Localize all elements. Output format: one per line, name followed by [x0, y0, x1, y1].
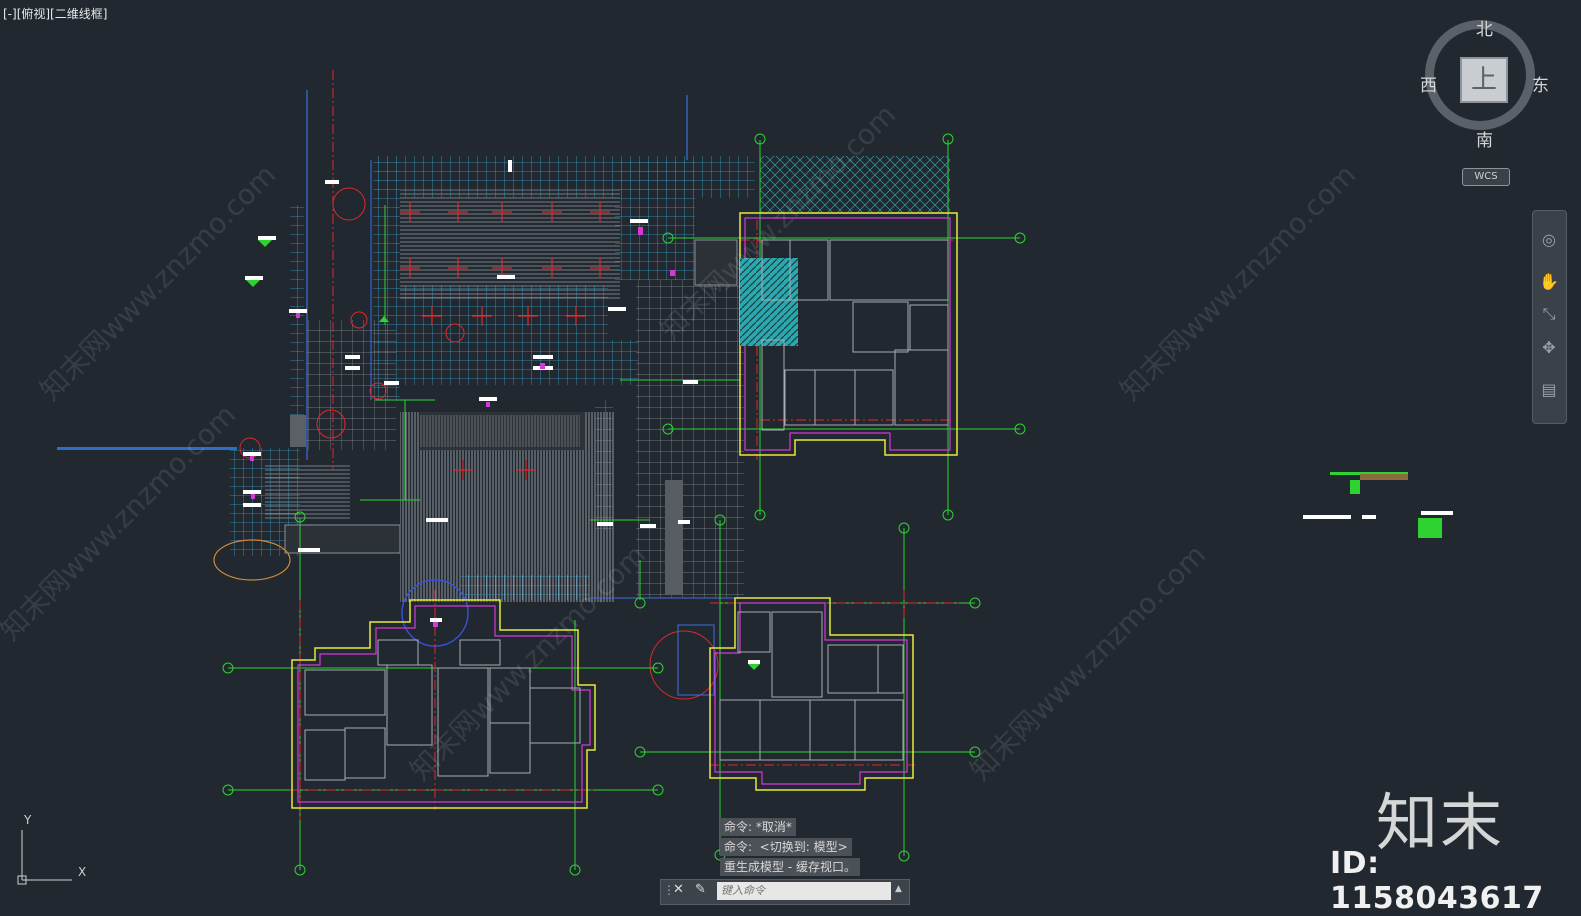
pan-hand-icon[interactable]: ✋: [1538, 271, 1560, 293]
command-history-line: 命令: <切换到: 模型>: [720, 838, 852, 856]
history-up-arrow-icon[interactable]: ▲: [895, 884, 902, 894]
compass-north[interactable]: 北: [1476, 15, 1493, 40]
steering-wheel-icon[interactable]: ◎: [1538, 229, 1560, 251]
compass-east[interactable]: 东: [1532, 71, 1549, 96]
command-history-line: 重生成模型 - 缓存视口。: [720, 858, 860, 876]
compass-south[interactable]: 南: [1476, 126, 1493, 151]
viewport-controls-label[interactable]: [-][俯视][二维线框]: [3, 5, 107, 22]
command-history-line: 命令: *取消*: [720, 818, 796, 836]
compass-west[interactable]: 西: [1420, 71, 1437, 96]
close-icon[interactable]: ✕: [673, 882, 684, 897]
command-bar: ⋮ ✕ ✎ ▲: [660, 879, 910, 905]
watermark-id: ID: 1158043617: [1330, 846, 1544, 916]
navigation-bar: ◎ ✋ ⤡ ✥ ▤: [1532, 210, 1567, 424]
wcs-menu-button[interactable]: WCS: [1462, 168, 1510, 186]
drawing-canvas[interactable]: [0, 0, 1581, 911]
drawing-viewport[interactable]: 知末网www.znzmo.com 知末网www.znzmo.com 知末网www…: [0, 0, 1581, 911]
orbit-icon[interactable]: ✥: [1538, 337, 1560, 359]
ucs-y-label: Y: [24, 813, 32, 827]
viewcube-top-face[interactable]: 上: [1460, 57, 1508, 103]
zoom-extents-icon[interactable]: ⤡: [1538, 303, 1560, 325]
viewcube[interactable]: 上 北 南 西 东: [1420, 15, 1550, 151]
customize-wrench-icon[interactable]: ✎: [695, 882, 706, 897]
building-southeast: [709, 597, 914, 791]
ucs-x-label: X: [78, 865, 87, 879]
ucs-icon: [17, 830, 72, 885]
command-input[interactable]: [717, 882, 891, 900]
showmotion-icon[interactable]: ▤: [1538, 379, 1560, 401]
